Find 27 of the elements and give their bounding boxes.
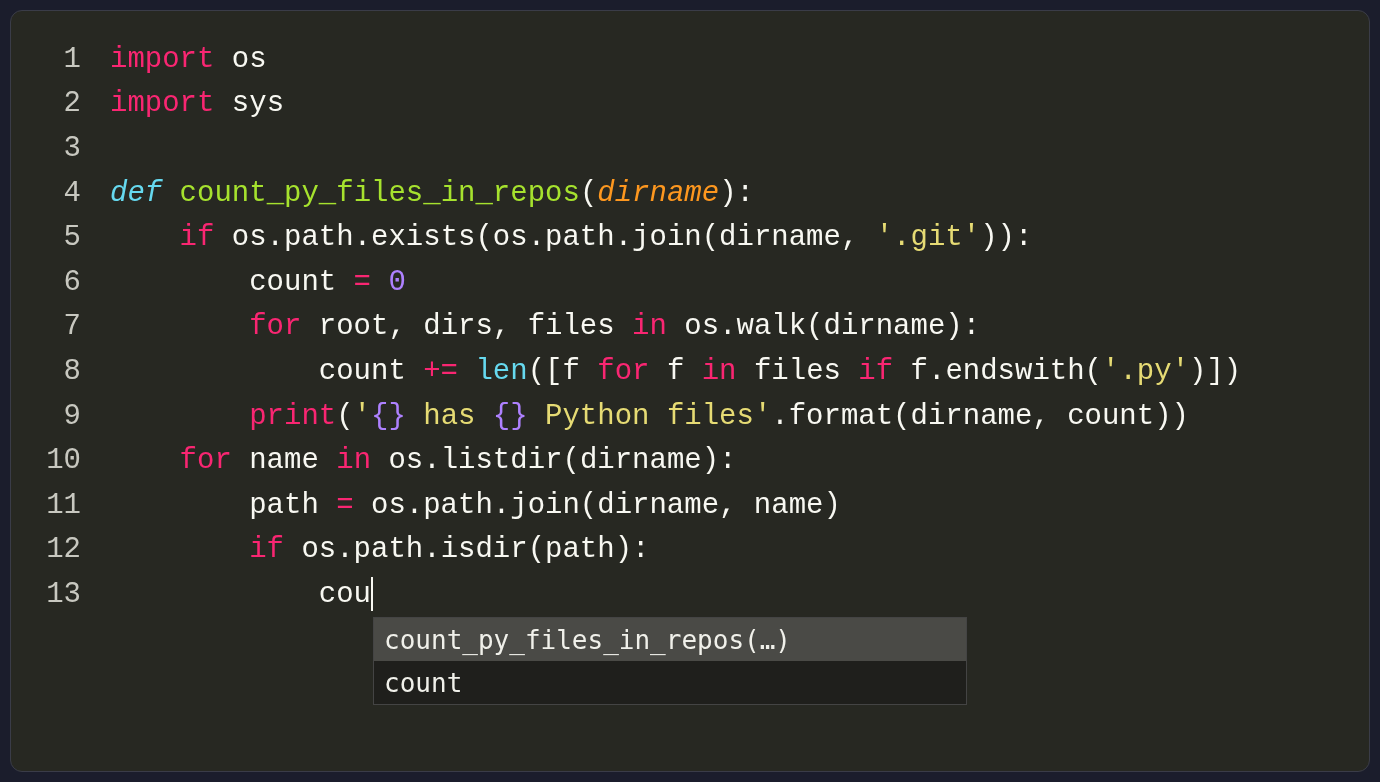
line-number: 2 <box>62 87 81 121</box>
code-line: cou <box>318 577 371 611</box>
line-number: 4 <box>62 176 81 210</box>
line-number: 7 <box>62 310 81 344</box>
line-number: 12 <box>45 533 81 567</box>
completion-item[interactable]: count_py_files_in_repos(…) <box>374 618 966 662</box>
code-line: count = 0 <box>249 265 406 299</box>
code-line: for name in os.listdir(dirname): <box>179 444 737 478</box>
line-number: 1 <box>62 42 81 76</box>
line-number: 11 <box>45 488 81 522</box>
code-line: for root, dirs, files in os.walk(dirname): <box>249 310 981 344</box>
line-number: 13 <box>45 577 81 611</box>
line-number: 10 <box>45 444 81 478</box>
code-line: def count_py_files_in_repos(dirname): <box>110 176 754 210</box>
line-number: 8 <box>62 354 81 388</box>
code-line: count += len([f for f in files if f.endswith('.py')]) <box>318 354 1242 388</box>
code-line: print('{} has {} Python files'.format(dirname, count)) <box>249 399 1189 433</box>
line-number: 5 <box>62 221 81 255</box>
code-line: if os.path.exists(os.path.join(dirname, '.git')): <box>179 221 1033 255</box>
code-line: path = os.path.join(dirname, name) <box>249 488 841 522</box>
line-number: 3 <box>62 132 81 165</box>
code-line: import sys <box>110 87 285 121</box>
completion-item[interactable]: count <box>374 661 966 705</box>
code-line: if os.path.isdir(path): <box>249 533 650 567</box>
line-number: 9 <box>62 399 81 433</box>
code-line: import os <box>110 42 267 76</box>
line-number: 6 <box>62 265 81 299</box>
